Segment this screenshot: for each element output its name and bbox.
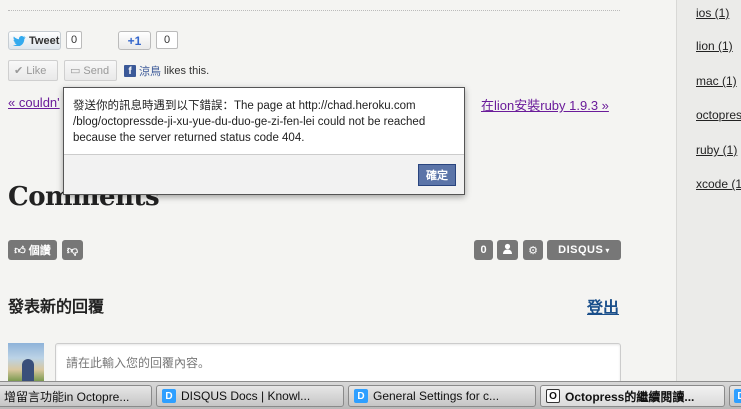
twitter-bird-icon <box>13 35 26 46</box>
taskbar-tab-2[interactable]: D DISQUS Docs | Knowl... <box>156 385 344 407</box>
taskbar-tab-3[interactable]: D General Settings for c... <box>348 385 536 407</box>
taskbar-tab-title: Octopress的繼續閱讀... <box>565 389 695 404</box>
taskbar-tab-1[interactable]: 增留言功能in Octopre... <box>0 385 152 407</box>
thumbs-down-icon: 👎︎ <box>66 244 79 257</box>
sidebar-link-lion[interactable]: lion (1) <box>696 39 733 53</box>
error-dialog: 發送你的訊息時遇到以下錯誤：The page at http://chad.he… <box>63 87 465 195</box>
disqus-dislike-button[interactable]: 👎︎ <box>62 240 83 260</box>
taskbar-tab-title: DISQUS Docs | Knowl... <box>181 389 311 403</box>
checkmark-icon: ✔ <box>14 65 24 77</box>
sidebar-link-ruby[interactable]: ruby (1) <box>696 143 737 157</box>
fb-likes-summary: f 涼鳥 likes this. <box>124 63 209 79</box>
chat-icon: ▭ <box>70 65 81 77</box>
prev-post-link[interactable]: « couldn' <box>8 95 60 110</box>
gear-icon: ⚙ <box>528 244 538 257</box>
fb-send-label: Send <box>83 64 110 77</box>
sidebar-categories: ios (1) lion (1) mac (1) octopress ruby … <box>676 0 741 381</box>
gplus-count: 0 <box>156 31 178 49</box>
taskbar-tab-5[interactable]: D <box>729 385 741 407</box>
error-message: 發送你的訊息時遇到以下錯誤：The page at http://chad.he… <box>73 100 426 144</box>
community-button[interactable] <box>497 240 518 260</box>
reply-input[interactable]: 請在此輸入您的回覆內容。 <box>55 343 621 383</box>
gplus-label: +1 <box>127 33 142 48</box>
settings-button[interactable]: ⚙ <box>523 240 543 260</box>
octopress-favicon-icon: O <box>546 389 560 403</box>
tweet-button[interactable]: Tweet <box>8 31 61 50</box>
facebook-icon: f <box>124 65 136 77</box>
sidebar-link-ios[interactable]: ios (1) <box>696 6 729 20</box>
sidebar-link-octopress[interactable]: octopress <box>696 108 741 122</box>
user-icon <box>502 243 513 257</box>
sidebar-link-xcode[interactable]: xcode (1) <box>696 177 741 191</box>
google-plus-button[interactable]: +1 <box>118 31 151 50</box>
new-reply-heading: 發表新的回覆 <box>8 299 105 316</box>
disqus-label: DISQUS <box>558 244 604 256</box>
next-post-link[interactable]: 在lion安裝ruby 1.9.3 » <box>481 95 609 114</box>
fb-like-button[interactable]: ✔ Like <box>8 60 58 81</box>
window-taskbar: 增留言功能in Octopre... D DISQUS Docs | Knowl… <box>0 381 741 409</box>
disqus-favicon-icon: D <box>734 389 741 403</box>
disqus-favicon-icon: D <box>162 389 176 403</box>
chevron-down-icon: ▾ <box>605 245 610 255</box>
disqus-like-label: 個讚 <box>28 245 51 257</box>
taskbar-tab-title: 增留言功能in Octopre... <box>4 389 130 404</box>
taskbar-tab-4[interactable]: O Octopress的繼續閱讀... <box>540 385 725 407</box>
fb-friend-name[interactable]: 涼鳥 <box>139 63 161 79</box>
thumbs-up-icon: 👍︎ <box>14 244 26 257</box>
disqus-like-button[interactable]: 👍︎ 個讚 <box>8 240 57 260</box>
taskbar-tab-title: General Settings for c... <box>373 389 500 403</box>
divider <box>8 10 620 11</box>
fb-send-button[interactable]: ▭ Send <box>64 60 117 81</box>
comment-count-badge: 0 <box>474 240 493 260</box>
ok-button[interactable]: 確定 <box>418 164 456 186</box>
dialog-footer: 確定 <box>64 154 464 194</box>
fb-likes-text: likes this. <box>164 65 210 77</box>
disqus-menu-button[interactable]: DISQUS ▾ <box>547 240 621 260</box>
fb-like-label: Like <box>26 64 47 77</box>
logout-link[interactable]: 登出 <box>587 294 619 318</box>
comment-count: 0 <box>480 244 487 256</box>
tweet-label: Tweet <box>29 34 60 47</box>
tweet-count: 0 <box>66 31 82 49</box>
sidebar-link-mac[interactable]: mac (1) <box>696 74 737 88</box>
avatar <box>8 343 44 381</box>
disqus-favicon-icon: D <box>354 389 368 403</box>
